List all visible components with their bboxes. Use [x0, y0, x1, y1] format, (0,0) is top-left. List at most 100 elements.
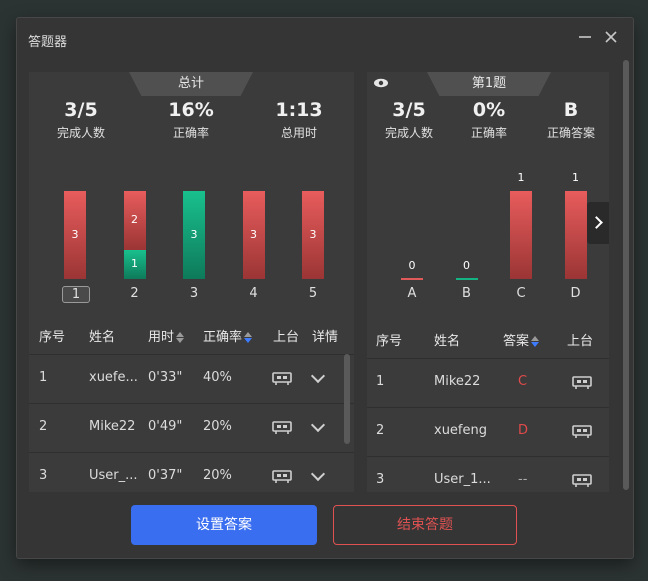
data-label: 2: [131, 213, 138, 226]
x-tick-label: 4: [249, 286, 258, 301]
row-name: User_...: [89, 468, 138, 483]
stat-completed: 3/5 完成人数: [371, 98, 447, 141]
stage-icon[interactable]: [272, 470, 292, 484]
table-row[interactable]: 2 xuefeng D: [367, 407, 609, 456]
table-row[interactable]: 1 Mike22 C: [367, 358, 609, 407]
data-label: 0: [408, 259, 416, 272]
row-index: 1: [376, 374, 385, 389]
row-accuracy: 20%: [203, 468, 232, 483]
col-index: 序号: [39, 330, 66, 345]
table-row[interactable]: 3 User_... 0'37" 20%: [29, 452, 354, 492]
table-row[interactable]: 1 xuefe... 0'33" 40%: [29, 354, 354, 403]
sort-icon[interactable]: [531, 335, 540, 348]
x-tick-label[interactable]: 1: [62, 286, 90, 303]
row-index: 3: [376, 472, 385, 487]
summary-panel: 总计 3/5 完成人数 16% 正确率 1:13 总用时 3 1 1 2 2 3 3 3 4 3 5…: [29, 72, 354, 492]
stat-accuracy: 0% 正确率: [451, 98, 527, 141]
stat-label: 正确答案: [546, 126, 595, 140]
stage-icon[interactable]: [572, 474, 592, 488]
sort-icon[interactable]: [176, 331, 185, 344]
stage-icon[interactable]: [572, 425, 592, 439]
chevron-down-icon[interactable]: [310, 368, 326, 384]
row-index: 1: [39, 370, 48, 385]
row-name: Mike22: [434, 374, 481, 389]
col-name: 姓名: [434, 334, 461, 349]
stat-total-time: 1:13 总用时: [259, 98, 339, 141]
table-scrollbar[interactable]: [344, 354, 350, 444]
zero-bar-line: [401, 278, 423, 280]
question-bar-chart: 0 A 0 B 1 C 1 D: [367, 171, 609, 312]
x-tick-label: A: [407, 286, 417, 301]
row-time: 0'49": [148, 419, 183, 434]
stat-value: B: [563, 99, 579, 121]
tab-summary[interactable]: 总计: [129, 72, 253, 96]
stat-label: 完成人数: [384, 126, 433, 140]
data-label: 3: [71, 227, 79, 241]
window-scrollbar[interactable]: [623, 60, 629, 490]
chevron-down-icon[interactable]: [310, 466, 326, 482]
x-tick-label: C: [516, 286, 526, 301]
col-stage: 上台: [273, 330, 300, 345]
table-row[interactable]: 3 User_1... --: [367, 456, 609, 492]
stat-completed: 3/5 完成人数: [41, 98, 121, 141]
col-answer-label: 答案: [503, 334, 530, 349]
row-answer: C: [518, 374, 528, 389]
stage-icon[interactable]: [272, 372, 292, 386]
window-title: 答题器: [28, 35, 68, 50]
col-answer[interactable]: 答案: [503, 330, 540, 349]
stat-value: 3/5: [392, 99, 426, 121]
stat-label: 完成人数: [56, 126, 105, 140]
question-panel: 第1题 3/5 完成人数 0% 正确率 B 正确答案 0 A 0 B 1 C 1 D 序号 姓…: [367, 72, 609, 492]
col-accuracy-label: 正确率: [203, 330, 243, 345]
sort-icon[interactable]: [244, 331, 253, 344]
row-time: 0'33": [148, 370, 183, 385]
data-label: 3: [250, 227, 257, 241]
stat-value: 16%: [168, 99, 214, 121]
stat-label: 总用时: [280, 126, 317, 140]
x-tick-label: B: [462, 286, 471, 301]
close-icon[interactable]: [603, 29, 619, 45]
col-index: 序号: [376, 334, 403, 349]
title-bar: 答题器: [17, 18, 633, 60]
col-accuracy[interactable]: 正确率: [203, 326, 253, 345]
x-tick-label: 5: [308, 286, 318, 301]
row-answer: D: [518, 423, 529, 438]
summary-bar-chart: 3 1 1 2 2 3 3 3 4 3 5: [29, 182, 354, 312]
stat-accuracy: 16% 正确率: [151, 98, 231, 141]
row-accuracy: 40%: [203, 370, 232, 385]
chevron-down-icon[interactable]: [310, 417, 326, 433]
eye-icon[interactable]: [373, 78, 389, 88]
set-answer-button[interactable]: 设置答案: [131, 505, 317, 545]
end-quiz-button[interactable]: 结束答题: [333, 505, 517, 545]
data-label: 1: [572, 171, 579, 184]
row-answer: --: [518, 472, 528, 487]
tab-question-1[interactable]: 第1题: [427, 72, 551, 96]
chevron-right-icon[interactable]: [587, 202, 609, 244]
answer-window: 答题器 总计 3/5 完成人数 16% 正确率 1:13 总用时 3112233…: [16, 17, 634, 559]
stat-value: 3/5: [64, 99, 98, 121]
chart-bar: [564, 191, 587, 279]
x-tick-label: D: [570, 286, 581, 301]
x-tick-label: 3: [189, 286, 199, 301]
stage-icon[interactable]: [572, 376, 592, 390]
chart-bar: [510, 191, 532, 279]
col-name: 姓名: [89, 330, 116, 345]
minimize-icon[interactable]: [577, 29, 593, 45]
row-name: User_1...: [434, 472, 491, 487]
question-table-header: 序号 姓名 答案 上台: [367, 320, 609, 356]
data-label: 3: [190, 227, 198, 241]
data-label: 3: [309, 227, 317, 241]
x-tick-label: 2: [130, 286, 139, 301]
data-label: 1: [517, 171, 525, 184]
stat-label: 正确率: [470, 126, 507, 140]
col-time[interactable]: 用时: [148, 326, 185, 345]
row-index: 2: [376, 423, 385, 438]
stat-correct-answer: B 正确答案: [533, 98, 609, 141]
table-row[interactable]: 2 Mike22 0'49" 20%: [29, 403, 354, 452]
stage-icon[interactable]: [272, 421, 292, 435]
row-name: xuefe...: [89, 370, 138, 385]
row-index: 3: [39, 468, 48, 483]
row-name: xuefeng: [434, 423, 487, 438]
summary-table-header: 序号 姓名 用时 正确率 上台 详情: [29, 316, 354, 352]
stat-value: 1:13: [275, 99, 323, 121]
